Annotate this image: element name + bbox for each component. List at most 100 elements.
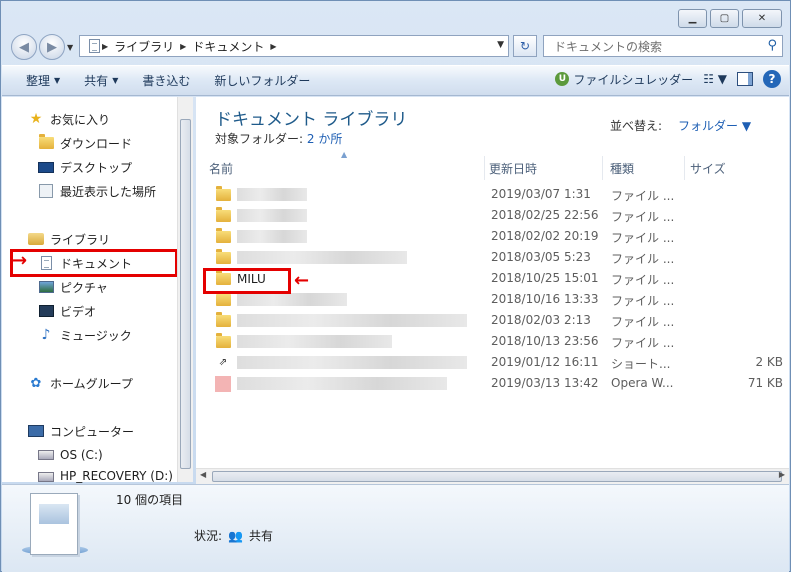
nav-scrollbar[interactable] <box>177 97 193 482</box>
organize-button[interactable]: 整理 ▼ <box>2 72 72 89</box>
column-size[interactable]: サイズ <box>690 156 780 180</box>
help-icon[interactable]: ? <box>763 70 781 88</box>
forward-arrow-icon: ▶ <box>47 39 57 55</box>
file-list-pane: ドキュメント ライブラリ 対象フォルダー: 2 か所 並べ替え: フォルダー ▼ … <box>196 97 789 482</box>
sort-label: 並べ替え: <box>610 119 663 133</box>
shredder-label: ファイルシュレッダー <box>573 72 694 87</box>
status-value: 共有 <box>249 529 274 543</box>
nav-recent[interactable]: 最近表示した場所 <box>38 181 156 201</box>
table-row[interactable]: 2018/10/16 13:33 ファイル ... <box>209 289 789 310</box>
caption-buttons: ▁ ▢ ✕ <box>678 9 782 28</box>
new-folder-button[interactable]: 新しいフォルダー <box>202 72 322 89</box>
file-type: ファイル ... <box>611 336 675 350</box>
nav-computer[interactable]: コンピューター <box>28 421 134 441</box>
share-button[interactable]: 共有 ▼ <box>72 72 130 89</box>
table-row[interactable]: 2018/10/13 23:56 ファイル ... <box>209 331 789 352</box>
nav-pictures[interactable]: ピクチャ <box>38 277 108 297</box>
drive-icon <box>38 469 54 483</box>
subtitle-prefix: 対象フォルダー: <box>215 132 304 146</box>
highlight-box <box>203 268 291 294</box>
file-date: 2018/03/05 5:23 <box>491 250 591 264</box>
nav-recovery-drive[interactable]: HP_RECOVERY (D:) <box>38 469 173 483</box>
nav-homegroup[interactable]: ✿ ホームグループ <box>28 373 133 393</box>
close-button[interactable]: ✕ <box>742 9 782 28</box>
redacted-name <box>237 377 447 390</box>
redacted-name <box>237 251 407 264</box>
table-row[interactable]: 2018/02/03 2:13 ファイル ... <box>209 310 789 331</box>
back-button[interactable]: ◀ <box>11 34 37 60</box>
search-icon[interactable]: ⚲ <box>767 38 777 53</box>
redacted-name <box>237 335 392 348</box>
folder-icon <box>215 311 231 329</box>
redacted-name <box>237 314 467 327</box>
file-date: 2019/01/12 16:11 <box>491 355 599 369</box>
nav-label: ダウンロード <box>60 136 133 151</box>
scroll-right-icon[interactable]: ▶ <box>779 470 785 479</box>
file-date: 2018/02/02 20:19 <box>491 229 599 243</box>
breadcrumb-libraries[interactable]: ライブラリ <box>114 38 174 55</box>
documents-library-icon <box>30 493 78 555</box>
file-name-cell <box>215 310 485 331</box>
nav-music[interactable]: ♪ ミュージック <box>38 325 132 345</box>
burn-button[interactable]: 書き込む <box>130 72 202 89</box>
nav-downloads[interactable]: ダウンロード <box>38 133 132 153</box>
minimize-button[interactable]: ▁ <box>678 9 707 28</box>
sort-by[interactable]: 並べ替え: フォルダー ▼ <box>610 117 751 134</box>
nav-os-drive[interactable]: OS (C:) <box>38 445 103 465</box>
downloads-folder-icon <box>38 134 54 151</box>
red-arrow-icon: → <box>12 250 28 271</box>
address-bar[interactable]: ▶ ライブラリ ▶ ドキュメント ▶ ▼ <box>79 35 509 57</box>
table-row[interactable]: 2019/03/13 13:42 Opera W... 71 KB <box>209 373 789 394</box>
shredder-button[interactable]: U ファイルシュレッダー <box>555 71 693 88</box>
scroll-left-icon[interactable]: ◀ <box>200 470 206 479</box>
homegroup-icon: ✿ <box>30 375 42 391</box>
search-input[interactable]: ドキュメントの検索 ⚲ <box>543 35 783 57</box>
maximize-button[interactable]: ▢ <box>710 9 739 28</box>
table-row[interactable]: 2019/03/07 1:31 ファイル ... <box>209 184 789 205</box>
refresh-button[interactable]: ↻ <box>513 35 537 57</box>
address-page-icon <box>86 38 102 54</box>
nav-label: 最近表示した場所 <box>60 184 157 199</box>
nav-desktop[interactable]: デスクトップ <box>38 157 132 177</box>
sort-value[interactable]: フォルダー ▼ <box>678 117 751 134</box>
chevron-down-icon: ▼ <box>112 76 119 85</box>
nav-videos[interactable]: ビデオ <box>38 301 96 321</box>
file-type: ファイル ... <box>611 189 675 203</box>
column-label: サイズ <box>690 161 726 176</box>
redacted-name <box>237 209 307 222</box>
breadcrumb-separator-icon[interactable]: ▶ <box>270 42 276 51</box>
column-date[interactable]: 更新日時 <box>489 156 603 180</box>
file-name-cell <box>215 247 485 268</box>
file-date: 2019/03/07 1:31 <box>491 187 591 201</box>
address-dropdown-icon[interactable]: ▼ <box>497 40 504 50</box>
table-row[interactable]: 2018/03/05 5:23 ファイル ... <box>209 247 789 268</box>
organize-label: 整理 <box>26 74 51 88</box>
horizontal-scrollbar[interactable]: ◀ ▶ <box>196 468 789 484</box>
table-row[interactable]: 2018/02/02 20:19 ファイル ... <box>209 226 789 247</box>
red-arrow-icon: ← <box>294 270 310 291</box>
column-type[interactable]: 種類 <box>610 156 685 180</box>
column-label: 更新日時 <box>489 161 538 176</box>
breadcrumb-separator-icon[interactable]: ▶ <box>102 42 108 51</box>
file-type: ファイル ... <box>611 273 675 287</box>
view-options-icon[interactable]: ☷ ▼ <box>703 72 727 86</box>
scroll-thumb[interactable] <box>180 119 191 469</box>
navigation-pane: ★ お気に入り ダウンロード デスクトップ 最近表示した場所 ライブラリ ドキュメ… <box>2 97 193 483</box>
nav-favorites[interactable]: ★ お気に入り <box>28 109 110 129</box>
table-row[interactable]: 2018/02/25 22:56 ファイル ... <box>209 205 789 226</box>
opera-file-icon <box>215 375 231 392</box>
breadcrumb-documents[interactable]: ドキュメント <box>192 38 264 55</box>
breadcrumb-separator-icon[interactable]: ▶ <box>180 42 186 51</box>
pictures-icon <box>38 279 54 295</box>
file-type: ファイル ... <box>611 294 675 308</box>
locations-link[interactable]: 2 か所 <box>307 132 342 146</box>
nav-label: ホームグループ <box>50 376 133 391</box>
column-name[interactable]: 名前 <box>209 156 485 180</box>
history-dropdown-icon[interactable]: ▼ <box>67 43 73 52</box>
table-row[interactable]: ⇗ 2019/01/12 16:11 ショート... 2 KB <box>209 352 789 373</box>
preview-pane-icon[interactable] <box>737 72 753 86</box>
nav-libraries[interactable]: ライブラリ <box>28 229 110 249</box>
nav-label: HP_RECOVERY (D:) <box>60 469 173 483</box>
scroll-thumb[interactable] <box>212 471 782 482</box>
forward-button[interactable]: ▶ <box>39 34 65 60</box>
